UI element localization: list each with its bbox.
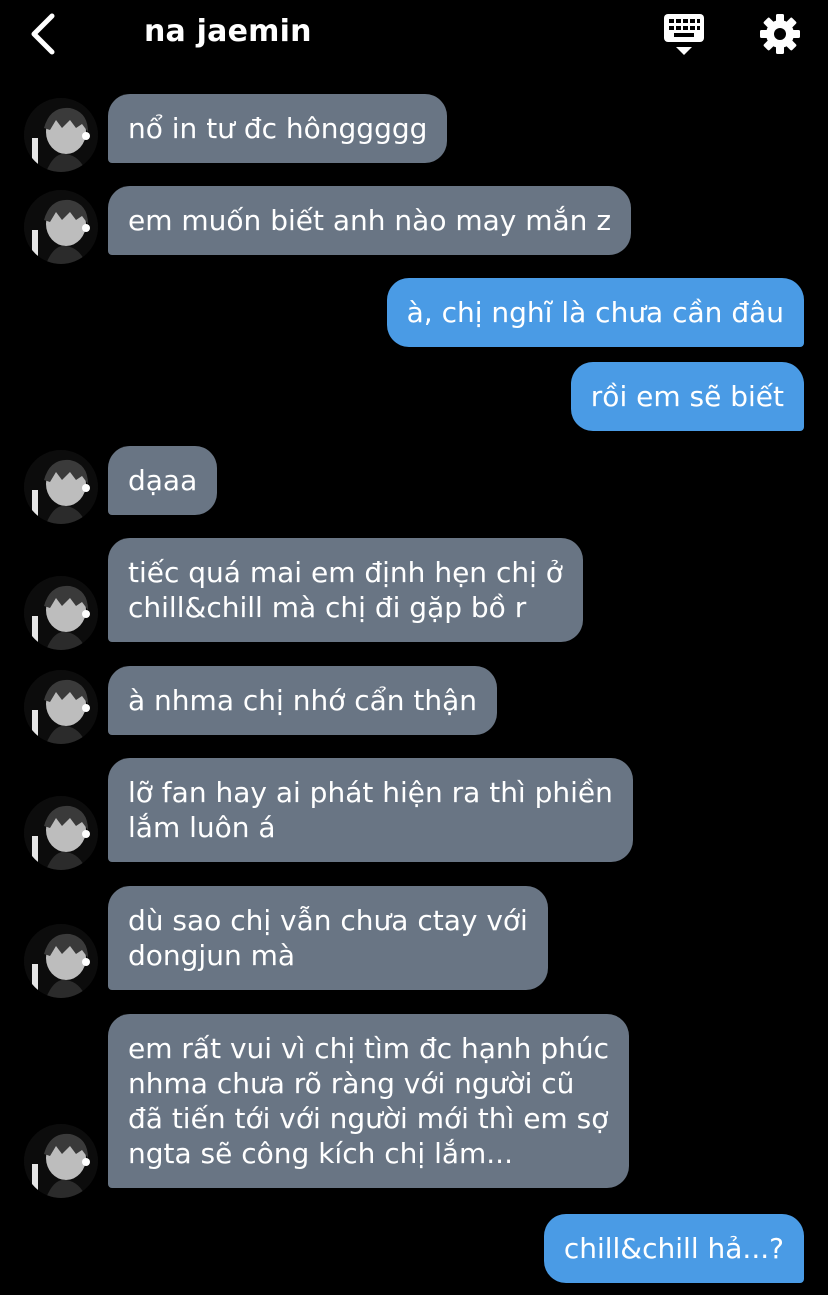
contact-avatar[interactable]	[24, 576, 98, 650]
contact-avatar[interactable]	[24, 98, 98, 172]
contact-avatar[interactable]	[24, 670, 98, 744]
gear-icon	[760, 14, 800, 54]
message-bubble-incoming[interactable]: em rất vui vì chị tìm đc hạnh phúc nhma …	[108, 1014, 629, 1188]
settings-button[interactable]	[756, 10, 804, 58]
avatar-photo	[24, 190, 98, 264]
contact-name: na jaemin	[144, 14, 312, 49]
chevron-left-icon	[31, 13, 55, 55]
keyboard-button[interactable]	[660, 12, 708, 58]
contact-avatar[interactable]	[24, 796, 98, 870]
contact-avatar[interactable]	[24, 924, 98, 998]
avatar-photo	[24, 576, 98, 650]
message-bubble-incoming[interactable]: dù sao chị vẫn chưa ctay với dongjun mà	[108, 886, 548, 990]
keyboard-icon	[664, 14, 704, 55]
avatar-photo	[24, 796, 98, 870]
avatar-photo	[24, 1124, 98, 1198]
message-bubble-incoming[interactable]: nổ in tư đc hônggggg	[108, 94, 448, 163]
contact-avatar[interactable]	[24, 1124, 98, 1198]
back-button[interactable]	[26, 10, 66, 58]
contact-avatar[interactable]	[24, 190, 98, 264]
contact-avatar[interactable]	[24, 450, 98, 524]
message-bubble-outgoing[interactable]: chill&chill hả...?	[543, 1214, 804, 1283]
message-bubble-incoming[interactable]: lỡ fan hay ai phát hiện ra thì phiền lắm…	[108, 758, 633, 862]
message-bubble-incoming[interactable]: dạaa	[108, 446, 218, 515]
avatar-photo	[24, 98, 98, 172]
message-bubble-incoming[interactable]: em muốn biết anh nào may mắn z	[108, 186, 632, 255]
message-bubble-outgoing[interactable]: à, chị nghĩ là chưa cần đâu	[386, 278, 804, 347]
avatar-photo	[24, 924, 98, 998]
avatar-photo	[24, 450, 98, 524]
chat-header: na jaemin	[0, 0, 828, 72]
message-bubble-incoming[interactable]: tiếc quá mai em định hẹn chị ở chill&chi…	[108, 538, 583, 642]
avatar-photo	[24, 670, 98, 744]
message-bubble-incoming[interactable]: à nhma chị nhớ cẩn thận	[108, 666, 498, 735]
chat-screen: na jaemin nổ in tư đc hônggggg em muốn b…	[0, 0, 828, 1295]
message-bubble-outgoing[interactable]: rồi em sẽ biết	[570, 362, 804, 431]
